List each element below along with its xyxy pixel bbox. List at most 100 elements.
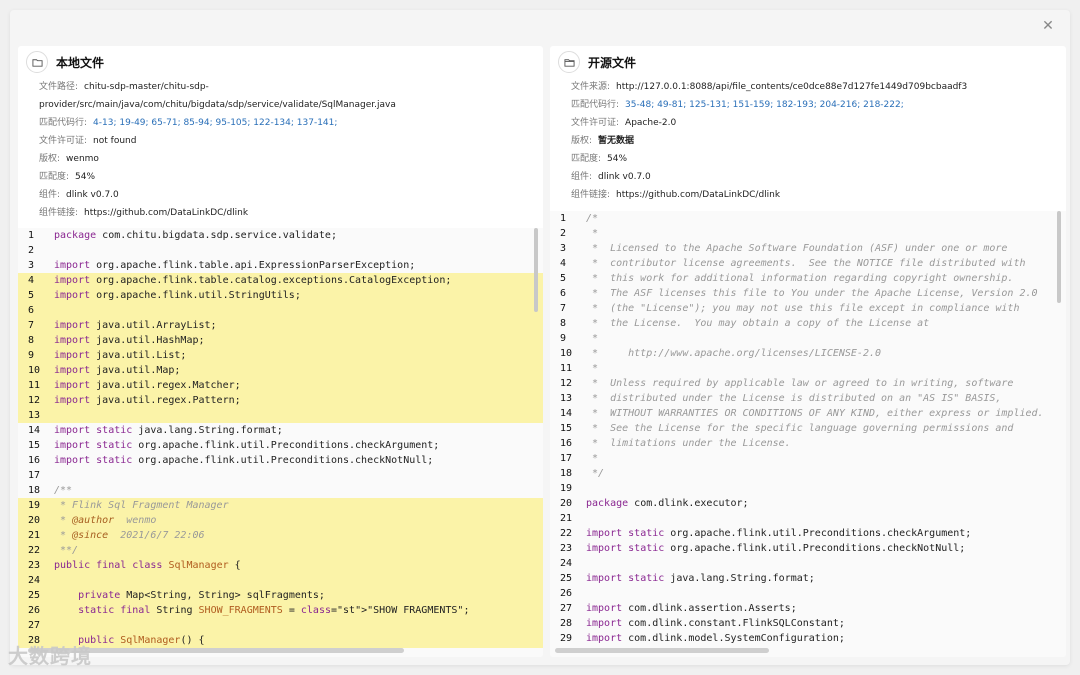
code-line: 5 import org.apache.flink.util.StringUtil… (18, 288, 543, 303)
line-number: 17 (560, 453, 573, 464)
code-line: 1 package com.chitu.bigdata.sdp.service.v… (18, 228, 543, 243)
line-number: 8 (28, 335, 35, 346)
line-text: * The ASF licenses this file to You unde… (586, 288, 1038, 299)
line-text: import java.util.HashMap; (54, 335, 205, 346)
line-number: 11 (560, 363, 573, 374)
line-text: package com.chitu.bigdata.sdp.service.va… (54, 230, 337, 241)
code-line: 5 * this work for additional information… (550, 271, 1066, 286)
line-number: 27 (560, 603, 573, 614)
code-line: 23 public final class SqlManager { (18, 558, 543, 573)
line-text: * (586, 363, 599, 374)
file-meta: 文件来源: http://127.0.0.1:8088/api/file_cont… (550, 78, 1066, 204)
meta-row: 匹配度: 54% (39, 168, 537, 186)
meta-label: 匹配代码行: (39, 118, 88, 128)
vertical-scrollbar[interactable] (1057, 211, 1061, 303)
line-text: import java.util.Map; (54, 365, 181, 376)
line-number: 22 (560, 528, 573, 539)
line-number: 11 (28, 380, 41, 391)
line-text: public final class SqlManager { (54, 560, 241, 571)
meta-value: 54% (75, 172, 96, 182)
line-number: 19 (28, 500, 41, 511)
line-number: 27 (28, 620, 41, 631)
meta-row: 匹配代码行: 35-48; 49-81; 125-131; 151-159; 18… (571, 96, 1060, 114)
line-text: * See the License for the specific langu… (586, 423, 1014, 434)
meta-row: 文件路径: chitu-sdp-master/chitu-sdp-provider… (39, 78, 537, 114)
code-line: 2 * (550, 226, 1066, 241)
code-line: 23 import static org.apache.flink.util.Pr… (550, 541, 1066, 556)
code-line: 19 * Flink Sql Fragment Manager (18, 498, 543, 513)
line-number: 23 (28, 560, 41, 571)
line-number: 3 (28, 260, 35, 271)
file-meta: 文件路径: chitu-sdp-master/chitu-sdp-provider… (18, 78, 543, 222)
meta-label: 版权: (39, 154, 61, 164)
code-line: 16 * limitations under the License. (550, 436, 1066, 451)
code-line: 2 (18, 243, 543, 258)
code-line: 8 import java.util.HashMap; (18, 333, 543, 348)
line-number: 18 (560, 468, 573, 479)
horizontal-scrollbar[interactable] (555, 648, 769, 653)
folder-open-icon (26, 51, 48, 73)
code-line: 6 * The ASF licenses this file to You un… (550, 286, 1066, 301)
line-text: * @since 2021/6/7 22:06 (54, 530, 205, 541)
meta-label: 文件许可证: (571, 118, 620, 128)
line-number: 15 (28, 440, 41, 451)
meta-label: 文件路径: (39, 82, 79, 92)
line-text: import static java.lang.String.format; (54, 425, 283, 436)
code-line: 13 (18, 408, 543, 423)
line-number: 12 (28, 395, 41, 406)
meta-value: 暂无数据 (598, 136, 635, 146)
code-view[interactable]: 1 package com.chitu.bigdata.sdp.service.v… (18, 228, 543, 657)
meta-value: 4-13; 19-49; 65-71; 85-94; 95-105; 122-1… (93, 118, 338, 128)
line-number: 14 (560, 408, 573, 419)
panel-title: 本地文件 (56, 55, 105, 70)
line-number: 9 (560, 333, 567, 344)
line-number: 10 (28, 365, 41, 376)
line-text: * distributed under the License is distr… (586, 393, 1002, 404)
line-text: * (586, 333, 599, 344)
code-line: 24 (550, 556, 1066, 571)
panel-header: 开源文件 (550, 46, 1066, 78)
code-line: 3 * Licensed to the Apache Software Foun… (550, 241, 1066, 256)
code-line: 20 * @author wenmo (18, 513, 543, 528)
line-number: 16 (28, 455, 41, 466)
line-text: * this work for additional information r… (586, 273, 1014, 284)
code-line: 4 import org.apache.flink.table.catalog.e… (18, 273, 543, 288)
line-text: import java.util.regex.Matcher; (54, 380, 241, 391)
meta-row: 组件: dlink v0.7.0 (571, 168, 1060, 186)
line-text: import com.dlink.constant.FlinkSQLConsta… (586, 618, 845, 629)
line-number: 23 (560, 543, 573, 554)
meta-row: 组件: dlink v0.7.0 (39, 186, 537, 204)
code-line: 18 */ (550, 466, 1066, 481)
code-view[interactable]: 1/* 2 * 3 * Licensed to the Apache Softwar… (550, 211, 1066, 657)
code-line: 11 * (550, 361, 1066, 376)
meta-row: 文件许可证: Apache-2.0 (571, 114, 1060, 132)
line-text: **/ (54, 545, 79, 556)
line-number: 13 (28, 410, 41, 421)
code-line: 15 import static org.apache.flink.util.Pr… (18, 438, 543, 453)
line-text: * http://www.apache.org/licenses/LICENSE… (586, 348, 882, 359)
meta-label: 文件来源: (571, 82, 611, 92)
code-line: 3 import org.apache.flink.table.api.Expre… (18, 258, 543, 273)
line-text: private Map<String, String> sqlFragments… (78, 590, 325, 601)
code-line: 27 (18, 618, 543, 633)
meta-value: dlink v0.7.0 (66, 190, 119, 200)
meta-value: https://github.com/DataLinkDC/dlink (616, 190, 781, 200)
line-number: 18 (28, 485, 41, 496)
close-icon[interactable]: ✕ (1040, 18, 1056, 34)
line-text: import static java.lang.String.format; (586, 573, 815, 584)
meta-label: 组件: (571, 172, 593, 182)
line-number: 1 (560, 213, 567, 224)
meta-row: 匹配代码行: 4-13; 19-49; 65-71; 85-94; 95-105;… (39, 114, 537, 132)
vertical-scrollbar[interactable] (534, 228, 538, 312)
code-line: 11 import java.util.regex.Matcher; (18, 378, 543, 393)
folder-icon (558, 51, 580, 73)
line-number: 20 (560, 498, 573, 509)
code-line: 25 private Map<String, String> sqlFragme… (18, 588, 543, 603)
line-number: 17 (28, 470, 41, 481)
line-number: 16 (560, 438, 573, 449)
code-line: 24 (18, 573, 543, 588)
code-line: 4 * contributor license agreements. See … (550, 256, 1066, 271)
code-line: 14 import static java.lang.String.format; (18, 423, 543, 438)
meta-label: 组件: (39, 190, 61, 200)
meta-row: 匹配度: 54% (571, 150, 1060, 168)
